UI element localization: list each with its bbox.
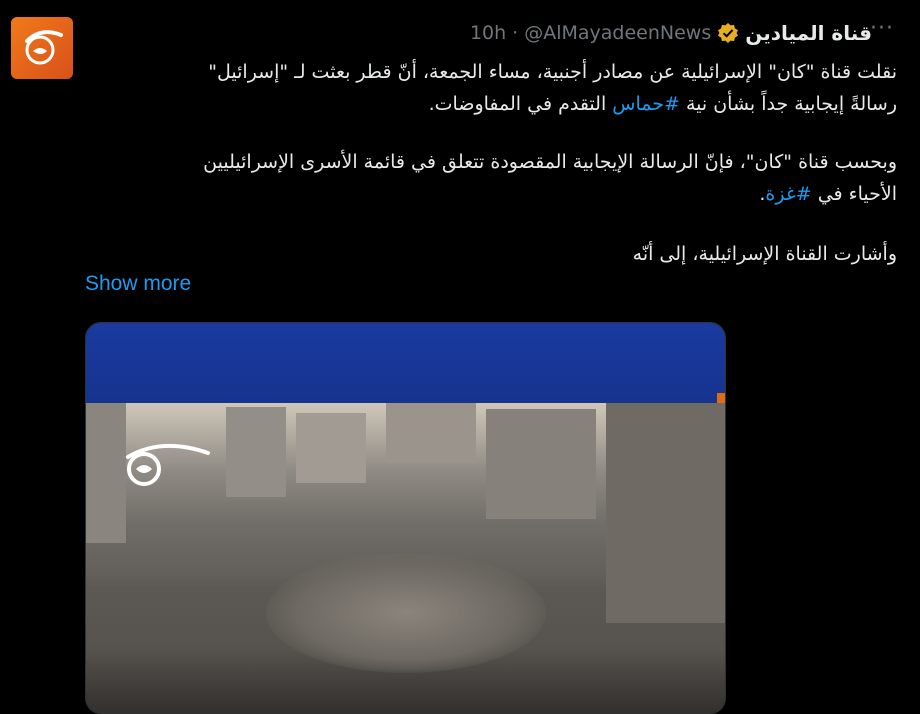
building — [606, 403, 725, 623]
building — [226, 407, 286, 497]
crater — [266, 553, 546, 673]
tweet-paragraph-3: وأشارت القناة الإسرائيلية، إلى أنّه — [632, 243, 897, 265]
mayadeen-logo-icon — [25, 30, 63, 65]
more-options-icon[interactable]: ··· — [870, 18, 894, 44]
paragraph-1-line-2-end: التقدم في المفاوضات. — [428, 93, 613, 115]
show-more-link[interactable]: Show more — [85, 272, 191, 296]
hashtag-hamas[interactable]: #حماس — [612, 93, 680, 115]
tweet-media-image[interactable] — [85, 322, 726, 714]
paragraph-2-line-2: الأحياء في #غزة. — [85, 178, 897, 210]
paragraph-2-line-1: وبحسب قناة "كان"، فإنّ الرسالة الإيجابية… — [203, 151, 897, 173]
tweet-paragraph-1: نقلت قناة "كان" الإسرائيلية عن مصادر أجن… — [85, 56, 897, 120]
paragraph-1-line-1: نقلت قناة "كان" الإسرائيلية عن مصادر أجن… — [208, 61, 897, 83]
timestamp[interactable]: 10h — [470, 22, 506, 44]
paragraph-1-line-2-start: رسالةً إيجابية جداً بشأن نية — [679, 93, 897, 115]
hashtag-gaza[interactable]: #غزة — [765, 183, 811, 205]
avatar[interactable] — [11, 17, 73, 79]
building — [296, 413, 366, 483]
display-name[interactable]: قناة الميادين — [745, 21, 872, 45]
building — [486, 409, 596, 519]
news-photo — [86, 403, 725, 713]
building — [386, 403, 476, 463]
mayadeen-watermark-icon — [126, 443, 210, 486]
verified-badge-icon[interactable] — [717, 22, 739, 44]
tweet-paragraph-2: وبحسب قناة "كان"، فإنّ الرسالة الإيجابية… — [85, 146, 897, 210]
paragraph-1-line-2: رسالةً إيجابية جداً بشأن نية #حماس التقد… — [85, 88, 897, 120]
building — [86, 403, 126, 543]
paragraph-2-line-2-start: الأحياء في — [811, 183, 897, 205]
separator-dot: · — [512, 22, 519, 44]
tweet-header: قناة الميادين @AlMayadeenNews · 10h — [470, 19, 872, 47]
media-header-band — [86, 323, 725, 403]
handle[interactable]: @AlMayadeenNews — [524, 22, 711, 44]
